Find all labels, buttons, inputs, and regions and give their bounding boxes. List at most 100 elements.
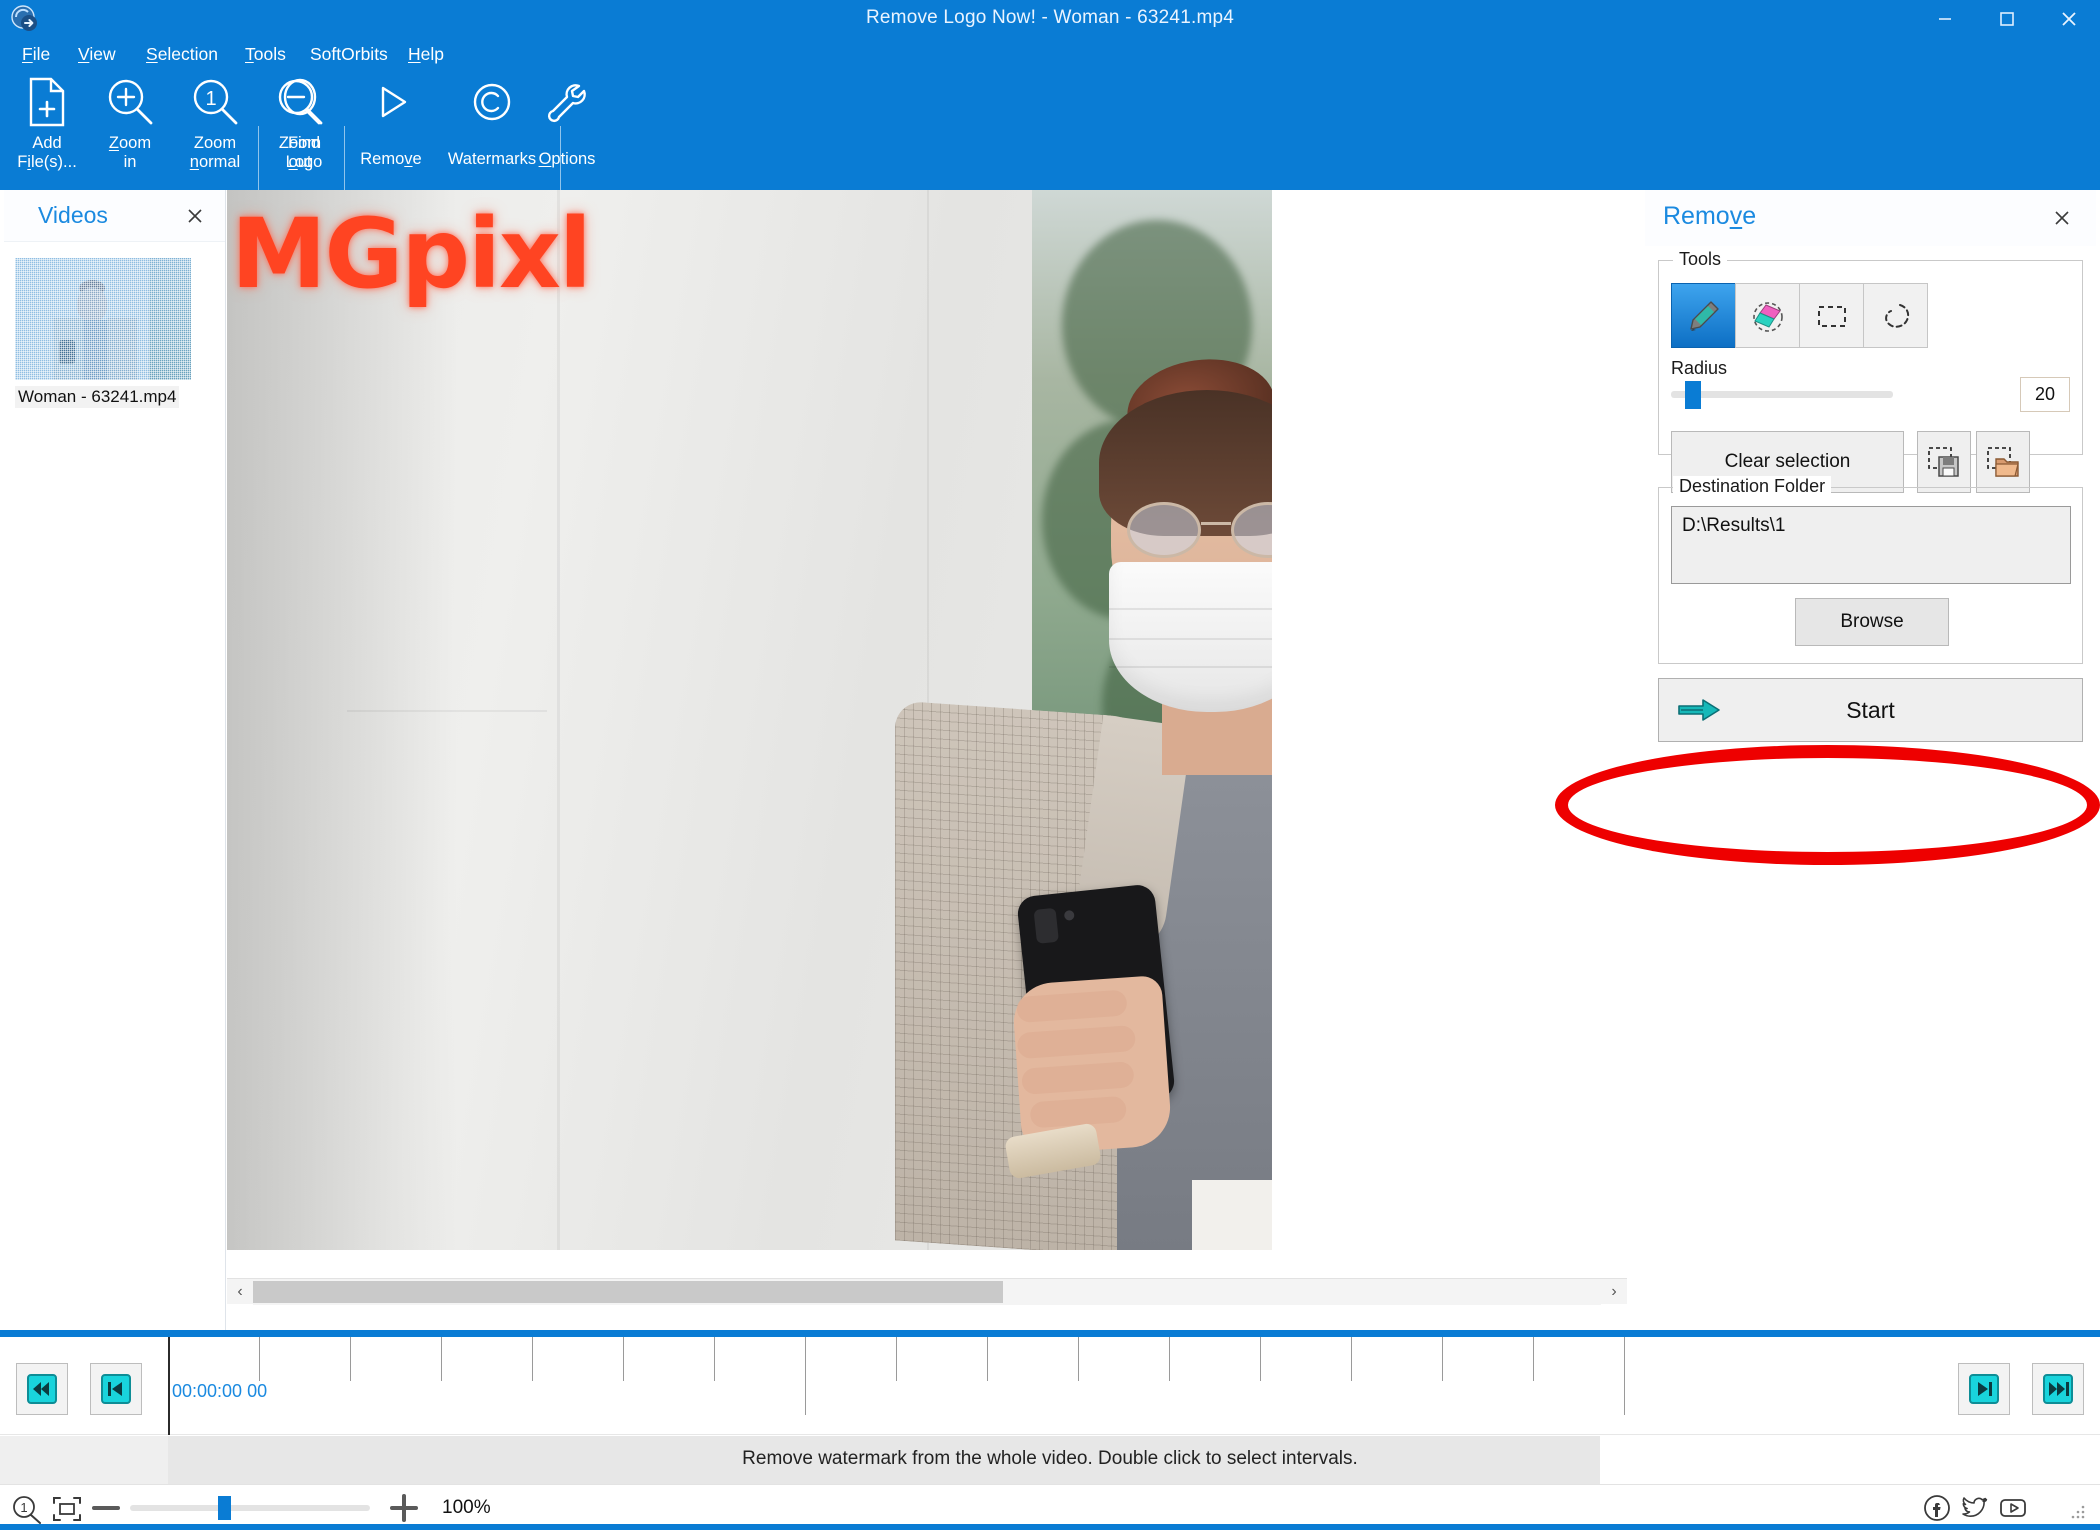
- menu-item-file[interactable]: FFileile: [16, 40, 56, 68]
- toolbar-options[interactable]: Options: [512, 74, 622, 186]
- toolbar-add-files[interactable]: Add File(s)...: [6, 74, 88, 186]
- scrollbar-track[interactable]: [253, 1278, 1601, 1305]
- videos-panel-header: Videos: [4, 190, 225, 242]
- twitter-icon[interactable]: [1960, 1493, 1990, 1528]
- first-frame-button[interactable]: [16, 1363, 68, 1415]
- video-canvas[interactable]: MGpixl: [227, 190, 1627, 1276]
- start-button-label: Start: [1846, 696, 1895, 723]
- next-frame-button[interactable]: [1958, 1363, 2010, 1415]
- video-frame-image: MGpixl: [227, 190, 1272, 1250]
- scrollbar-thumb[interactable]: [253, 1280, 1003, 1303]
- maximize-button[interactable]: [1976, 0, 2038, 38]
- remove-panel-title: Remove: [1663, 202, 1757, 230]
- rectangle-select-tool-button[interactable]: [1799, 283, 1864, 348]
- wall-seam: [347, 710, 547, 712]
- load-selection-button[interactable]: [1976, 431, 2030, 493]
- facebook-icon[interactable]: [1922, 1493, 1952, 1528]
- open-selection-icon: [1987, 447, 2019, 477]
- social-links: [1922, 1493, 2028, 1528]
- wrench-icon: [541, 74, 593, 130]
- wall-shadow: [227, 190, 457, 1250]
- menu-bar: FFileile View Selection Tools SoftOrbits…: [0, 38, 2100, 70]
- lasso-select-tool-button[interactable]: [1863, 283, 1928, 348]
- window-bottom-edge: [0, 1524, 2100, 1530]
- application-window: Remove Logo Now! - Woman - 63241.mp4 FFi…: [0, 0, 2100, 1530]
- toolbar-zoom-in[interactable]: Zoom in: [94, 74, 166, 186]
- title-bar: Remove Logo Now! - Woman - 63241.mp4: [0, 0, 2100, 38]
- timeline-row: 00:00:00 00: [0, 1337, 2100, 1435]
- zoom-in-icon: [104, 74, 156, 130]
- minimize-button[interactable]: [1914, 0, 1976, 38]
- toolbar: Add File(s)... Zoom in 1 Zoom normal Zoo…: [0, 70, 2100, 232]
- toolbar-options-label: Options: [538, 150, 596, 168]
- skip-to-start-icon: [27, 1374, 57, 1404]
- scroll-left-arrow-icon[interactable]: ‹: [227, 1279, 253, 1305]
- wall-seam: [557, 190, 560, 1250]
- scroll-right-arrow-icon[interactable]: ›: [1601, 1279, 1627, 1305]
- videos-panel-close-icon[interactable]: [183, 204, 207, 228]
- zoom-in-button-vertical[interactable]: [402, 1494, 406, 1522]
- menu-item-view[interactable]: View: [72, 40, 122, 68]
- resize-grip-icon[interactable]: [2070, 1504, 2086, 1520]
- toolbar-find-logo[interactable]: Find Logo: [268, 74, 340, 186]
- marker-icon: [1689, 300, 1719, 331]
- zoom-percent-label: 100%: [442, 1497, 491, 1518]
- step-back-icon: [101, 1374, 131, 1404]
- canvas-horizontal-scrollbar[interactable]: ‹ ›: [227, 1278, 1627, 1305]
- close-button[interactable]: [2038, 0, 2100, 38]
- tools-group-label: Tools: [1673, 249, 1728, 270]
- tool-buttons-row: [1671, 283, 1928, 348]
- radius-label: Radius: [1671, 358, 1728, 378]
- menu-item-softorbits[interactable]: SoftOrbits: [304, 40, 394, 68]
- videos-panel-title: Videos: [38, 202, 108, 228]
- toolbar-add-files-line1: Add: [32, 134, 62, 152]
- videos-panel: Videos Woman - 63241.mp4: [4, 190, 226, 1330]
- timeline-top-border: [0, 1330, 2100, 1337]
- browse-button[interactable]: Browse: [1795, 598, 1949, 646]
- marker-tool-button[interactable]: [1671, 283, 1736, 348]
- destination-path-input[interactable]: D:\Results\1: [1671, 506, 2071, 584]
- start-button[interactable]: Start: [1658, 678, 2083, 742]
- previous-frame-button[interactable]: [90, 1363, 142, 1415]
- list-item[interactable]: [15, 258, 191, 380]
- window-title: Remove Logo Now! - Woman - 63241.mp4: [865, 7, 1235, 28]
- youtube-icon[interactable]: [1998, 1493, 2028, 1528]
- radius-value-input[interactable]: 20: [2020, 377, 2070, 412]
- play-triangle-icon: [365, 74, 417, 130]
- remove-panel-close-icon[interactable]: [2050, 206, 2074, 230]
- rectangle-select-icon: [1817, 305, 1846, 327]
- toolbar-remove[interactable]: Remove: [352, 74, 430, 186]
- add-file-icon: [24, 74, 70, 130]
- step-forward-icon: [1969, 1374, 1999, 1404]
- zoom-slider[interactable]: [130, 1496, 370, 1520]
- find-logo-icon: [278, 74, 330, 130]
- timeline-status-message: Remove watermark from the whole video. D…: [742, 1448, 1358, 1469]
- zoom-out-button[interactable]: [92, 1506, 120, 1510]
- timeline-status-row: Remove watermark from the whole video. D…: [0, 1436, 2100, 1484]
- last-frame-button[interactable]: [2032, 1363, 2084, 1415]
- remove-panel-header: Remove: [1645, 190, 2096, 246]
- radius-slider-knob[interactable]: [1685, 381, 1701, 409]
- menu-item-help[interactable]: Help: [402, 40, 450, 68]
- timeline-ruler[interactable]: 00:00:00 00: [168, 1337, 1938, 1435]
- copyright-icon: [466, 74, 518, 130]
- eraser-tool-button[interactable]: [1735, 283, 1800, 348]
- toolbar-find-logo-line1: Find: [287, 134, 321, 152]
- save-selection-button[interactable]: [1917, 431, 1971, 493]
- save-selection-icon: [1928, 447, 1959, 477]
- zoom-slider-knob[interactable]: [218, 1496, 231, 1520]
- destination-folder-label: Destination Folder: [1673, 476, 1832, 497]
- timeline-current-time: 00:00:00 00: [172, 1381, 268, 1401]
- timeline-playhead[interactable]: [168, 1337, 170, 1435]
- work-area: Videos Woman - 63241.mp4 MGpixl ‹ › Remo…: [0, 190, 2100, 1330]
- image-viewport: MGpixl ‹ ›: [227, 190, 1645, 1330]
- video-watermark-text: MGpixl: [231, 198, 592, 310]
- toolbar-zoom-in-line2: in: [123, 153, 137, 171]
- menu-item-tools[interactable]: Tools: [239, 40, 292, 68]
- start-arrow-icon: [1677, 695, 1723, 731]
- menu-item-selection[interactable]: Selection: [140, 40, 224, 68]
- destination-folder-group: Destination Folder D:\Results\1 Browse: [1658, 476, 2083, 664]
- remove-panel: Remove Tools Radius 20 Clear selection D…: [1645, 190, 2096, 1330]
- radius-slider[interactable]: [1671, 381, 1893, 409]
- video-list: Woman - 63241.mp4: [15, 258, 191, 408]
